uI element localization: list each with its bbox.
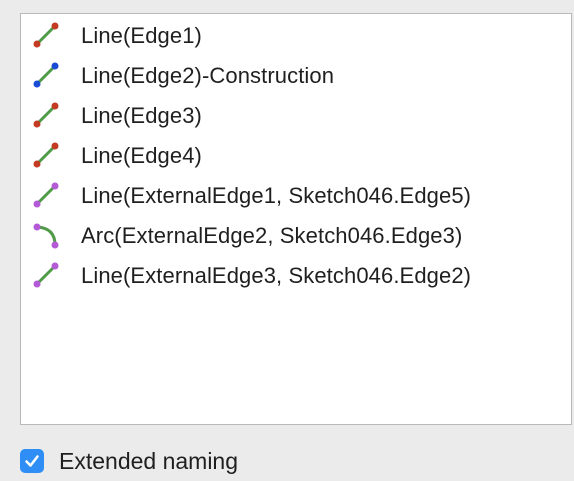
list-item-edge2-construction[interactable]: Line(Edge2)-Construction [21, 56, 571, 96]
list-item-label: Line(Edge4) [81, 143, 202, 168]
extended-naming-label[interactable]: Extended naming [59, 448, 238, 475]
list-item-edge3[interactable]: Line(Edge3) [21, 96, 571, 136]
checkmark-icon [25, 455, 39, 467]
list-item-label: Line(ExternalEdge3, Sketch046.Edge2) [81, 263, 472, 288]
list-item-label: Line(Edge2)-Construction [81, 63, 335, 88]
arc-external-icon [33, 223, 59, 249]
list-item-label: Arc(ExternalEdge2, Sketch046.Edge3) [81, 223, 463, 248]
line-edge-icon [33, 22, 59, 48]
line-external-icon [33, 182, 59, 208]
line-external-icon [33, 262, 59, 288]
list-item-label: Line(ExternalEdge1, Sketch046.Edge5) [81, 183, 472, 208]
list-item-label: Line(Edge3) [81, 103, 202, 128]
line-edge-icon [33, 142, 59, 168]
list-item-external-edge1[interactable]: Line(ExternalEdge1, Sketch046.Edge5) [21, 176, 571, 216]
line-edge-icon [33, 102, 59, 128]
list-item-label: Line(Edge1) [81, 23, 202, 48]
list-item-external-edge3[interactable]: Line(ExternalEdge3, Sketch046.Edge2) [21, 256, 571, 296]
extended-naming-checkbox[interactable] [20, 449, 44, 473]
edges-list[interactable]: Line(Edge1) Line(Edge2)-Construction Lin… [20, 13, 572, 425]
list-item-external-edge2[interactable]: Arc(ExternalEdge2, Sketch046.Edge3) [21, 216, 571, 256]
list-item-edge4[interactable]: Line(Edge4) [21, 136, 571, 176]
list-item-edge1[interactable]: Line(Edge1) [21, 16, 571, 56]
extended-naming-row[interactable]: Extended naming [20, 446, 238, 476]
line-construction-icon [33, 62, 59, 88]
